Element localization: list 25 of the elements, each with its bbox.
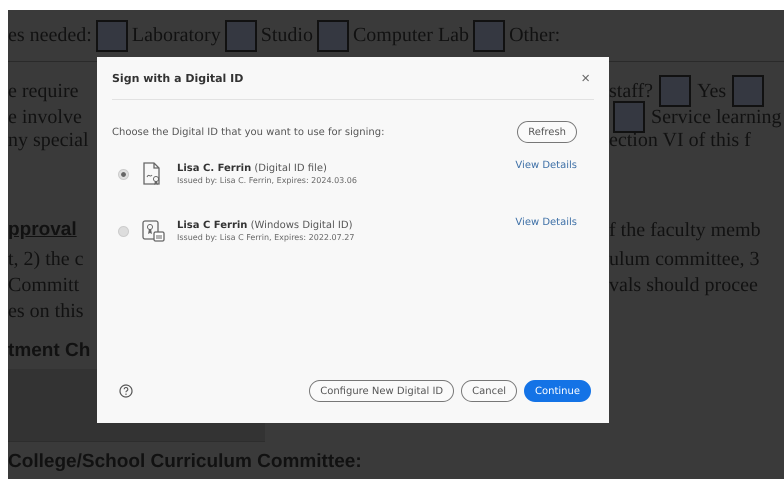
view-details-link[interactable]: View Details xyxy=(515,160,577,171)
issuer-text: Issued by: Lisa C. Ferrin, Expires: 2024.03.06 xyxy=(177,176,358,185)
certificate-file-icon xyxy=(142,162,162,186)
radio-button[interactable] xyxy=(118,168,129,180)
help-icon[interactable] xyxy=(119,384,133,398)
digital-id-name: Lisa C Ferrin (Windows Digital ID) xyxy=(177,220,354,231)
checkbox[interactable] xyxy=(96,20,128,52)
checkbox[interactable] xyxy=(224,20,257,52)
close-button[interactable]: × xyxy=(577,70,594,86)
checkbox[interactable] xyxy=(473,20,506,52)
configure-button[interactable]: Configure New Digital ID xyxy=(309,380,454,402)
continue-button[interactable]: Continue xyxy=(524,380,591,402)
checkbox[interactable] xyxy=(659,75,692,107)
cancel-button[interactable]: Cancel xyxy=(461,380,518,402)
checkbox[interactable] xyxy=(316,20,349,52)
prompt-text: Choose the Digital ID that you want to use for signing: xyxy=(112,126,384,138)
issuer-text: Issued by: Lisa C Ferrin, Expires: 2022.07.27 xyxy=(177,233,356,242)
refresh-button[interactable]: Refresh xyxy=(517,121,577,143)
id-card-icon xyxy=(142,219,166,243)
dialog-title: Sign with a Digital ID xyxy=(112,72,244,84)
checkbox[interactable] xyxy=(613,101,645,133)
view-details-link[interactable]: View Details xyxy=(515,217,577,228)
digital-id-name: Lisa C. Ferrin (Digital ID file) xyxy=(177,163,328,174)
checkbox[interactable] xyxy=(732,75,764,107)
radio-button[interactable] xyxy=(118,226,129,236)
